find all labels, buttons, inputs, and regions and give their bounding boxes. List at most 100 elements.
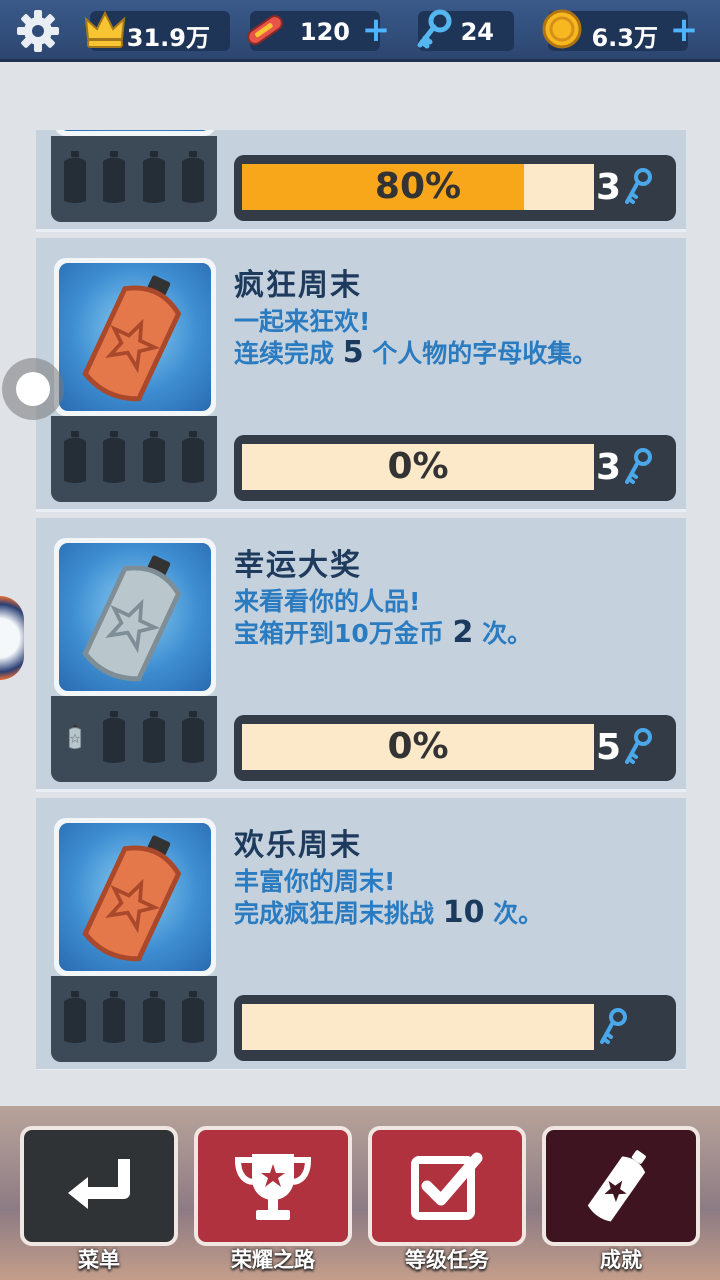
nav-level-tasks-label: 等级任务 bbox=[405, 1248, 489, 1272]
nav-glory-road-label: 荣耀之路 bbox=[231, 1248, 315, 1272]
achievement-thumbnail bbox=[54, 818, 216, 976]
spray-can-icon bbox=[59, 263, 211, 411]
empty-can-slot-icon bbox=[100, 989, 128, 1049]
hoverboard-counter: 120 + bbox=[247, 11, 390, 51]
desc-line2-pre: 连续完成 bbox=[234, 339, 343, 368]
resource-bar: 31.9万 120 + 24 6.3万 + bbox=[0, 0, 720, 62]
achievement-thumbnail bbox=[54, 258, 216, 416]
empty-can-slot-icon bbox=[140, 989, 168, 1049]
achievement-card: 欢乐周末 丰富你的周末! 完成疯狂周末挑战 10 次。 bbox=[36, 798, 686, 1070]
nav-achievements-label: 成就 bbox=[600, 1248, 642, 1272]
checkbox-icon bbox=[411, 1152, 483, 1220]
key-reward: 5 bbox=[596, 723, 655, 773]
add-hoverboard-button[interactable]: + bbox=[360, 13, 392, 47]
bottom-nav: 菜单 荣耀之路 等级任务 成就 bbox=[0, 1106, 720, 1280]
achievement-description: 丰富你的周末! 完成疯狂周末挑战 10 次。 bbox=[234, 866, 674, 929]
progress-percent: 80% bbox=[374, 166, 462, 207]
reward-amount: 5 bbox=[596, 727, 622, 768]
nav-glory-road-button[interactable] bbox=[194, 1126, 352, 1246]
key-value: 24 bbox=[460, 18, 494, 46]
nav-menu-button[interactable] bbox=[20, 1126, 178, 1246]
key-icon bbox=[600, 1008, 627, 1044]
nav-level-tasks-button[interactable] bbox=[368, 1126, 526, 1246]
empty-can-slot-icon bbox=[61, 149, 89, 209]
progress-percent: 0% bbox=[387, 726, 449, 767]
desc-count: 2 bbox=[452, 615, 474, 650]
key-icon bbox=[625, 168, 653, 204]
nav-achievements-button[interactable] bbox=[542, 1126, 700, 1246]
can-collection-slots bbox=[51, 976, 217, 1062]
nav-menu-label: 菜单 bbox=[78, 1248, 120, 1272]
empty-can-slot-icon bbox=[100, 429, 128, 489]
achievement-list: 打开 10 个超级宝箱。 80% 3 bbox=[36, 130, 686, 1070]
achievement-card: 幸运大奖 来看看你的人品! 宝箱开到10万金币 2 次。 0% 5 bbox=[36, 518, 686, 792]
key-icon bbox=[625, 448, 653, 484]
empty-can-slot-icon bbox=[61, 989, 89, 1049]
add-coins-button[interactable]: + bbox=[668, 13, 700, 47]
empty-can-slot-icon bbox=[179, 429, 207, 489]
achievement-thumbnail bbox=[54, 538, 216, 696]
can-collection-slots bbox=[51, 696, 217, 782]
achievement-progress: 0% 5 bbox=[234, 715, 676, 781]
desc-line1: 一起来狂欢! bbox=[234, 307, 371, 336]
trophy-icon bbox=[234, 1154, 312, 1220]
progress-track: 80% bbox=[242, 164, 594, 210]
settings-gear-icon[interactable] bbox=[12, 6, 64, 56]
coin-counter: 6.3万 + bbox=[542, 9, 698, 52]
crown-counter: 31.9万 bbox=[84, 10, 230, 52]
key-reward: 3 bbox=[596, 443, 655, 493]
empty-can-slot-icon bbox=[179, 709, 207, 769]
desc-count: 5 bbox=[342, 335, 364, 370]
empty-can-slot-icon bbox=[140, 709, 168, 769]
desc-line1: 丰富你的周末! bbox=[234, 867, 396, 896]
progress-percent: 0% bbox=[387, 446, 449, 487]
can-collection-slots bbox=[51, 416, 217, 502]
achievement-title: 疯狂周末 bbox=[234, 268, 362, 303]
crown-value: 31.9万 bbox=[126, 24, 210, 52]
achievement-description: 一起来狂欢! 连续完成 5 个人物的字母收集。 bbox=[234, 306, 674, 369]
achievement-title: 欢乐周末 bbox=[234, 828, 362, 863]
spray-can-icon bbox=[59, 130, 211, 131]
progress-track: 0% bbox=[242, 724, 594, 770]
achievement-progress: 0% 3 bbox=[234, 435, 676, 501]
empty-can-slot-icon bbox=[100, 149, 128, 209]
achievement-list-viewport[interactable]: 打开 10 个超级宝箱。 80% 3 bbox=[36, 130, 686, 1070]
key-icon bbox=[410, 7, 456, 53]
empty-can-slot-icon bbox=[179, 989, 207, 1049]
desc-line2-pre: 完成疯狂周末挑战 bbox=[234, 899, 443, 928]
floating-assist-button[interactable] bbox=[2, 358, 64, 420]
return-arrow-icon bbox=[68, 1159, 130, 1209]
hoverboard-icon bbox=[242, 7, 288, 53]
desc-line2-post: 次。 bbox=[484, 899, 544, 928]
empty-can-slot-icon bbox=[140, 429, 168, 489]
desc-line2-pre: 宝箱开到10万金币 bbox=[234, 619, 453, 648]
key-icon bbox=[625, 728, 653, 764]
achievement-description: 来看看你的人品! 宝箱开到10万金币 2 次。 bbox=[234, 586, 674, 649]
spray-can-icon bbox=[59, 543, 211, 691]
empty-can-slot-icon bbox=[140, 149, 168, 209]
side-character-peek[interactable] bbox=[0, 596, 24, 680]
desc-line1: 来看看你的人品! bbox=[234, 587, 421, 616]
progress-percent bbox=[242, 1004, 594, 1050]
spray-can-icon bbox=[587, 1150, 646, 1222]
empty-can-slot-icon bbox=[61, 429, 89, 489]
desc-count: 10 bbox=[442, 895, 485, 930]
coin-value: 6.3万 bbox=[591, 24, 658, 52]
can-collection-slots bbox=[51, 136, 217, 222]
crown-icon bbox=[82, 7, 128, 53]
achievement-card: 打开 10 个超级宝箱。 80% 3 bbox=[36, 130, 686, 232]
coin-icon bbox=[540, 7, 586, 53]
empty-can-slot-icon bbox=[100, 709, 128, 769]
key-counter: 24 bbox=[417, 9, 514, 51]
achievement-progress bbox=[234, 995, 676, 1061]
achievement-card: 疯狂周末 一起来狂欢! 连续完成 5 个人物的字母收集。 0% 3 bbox=[36, 238, 686, 512]
progress-track bbox=[242, 1004, 594, 1050]
reward-amount: 3 bbox=[596, 447, 622, 488]
achievement-progress: 80% 3 bbox=[234, 155, 676, 221]
desc-line2-post: 个人物的字母收集。 bbox=[363, 339, 598, 368]
collected-can-icon bbox=[61, 709, 89, 769]
achievement-title: 幸运大奖 bbox=[234, 548, 362, 583]
spray-can-icon bbox=[59, 823, 211, 971]
key-reward bbox=[596, 1003, 630, 1053]
reward-amount: 3 bbox=[596, 167, 622, 208]
